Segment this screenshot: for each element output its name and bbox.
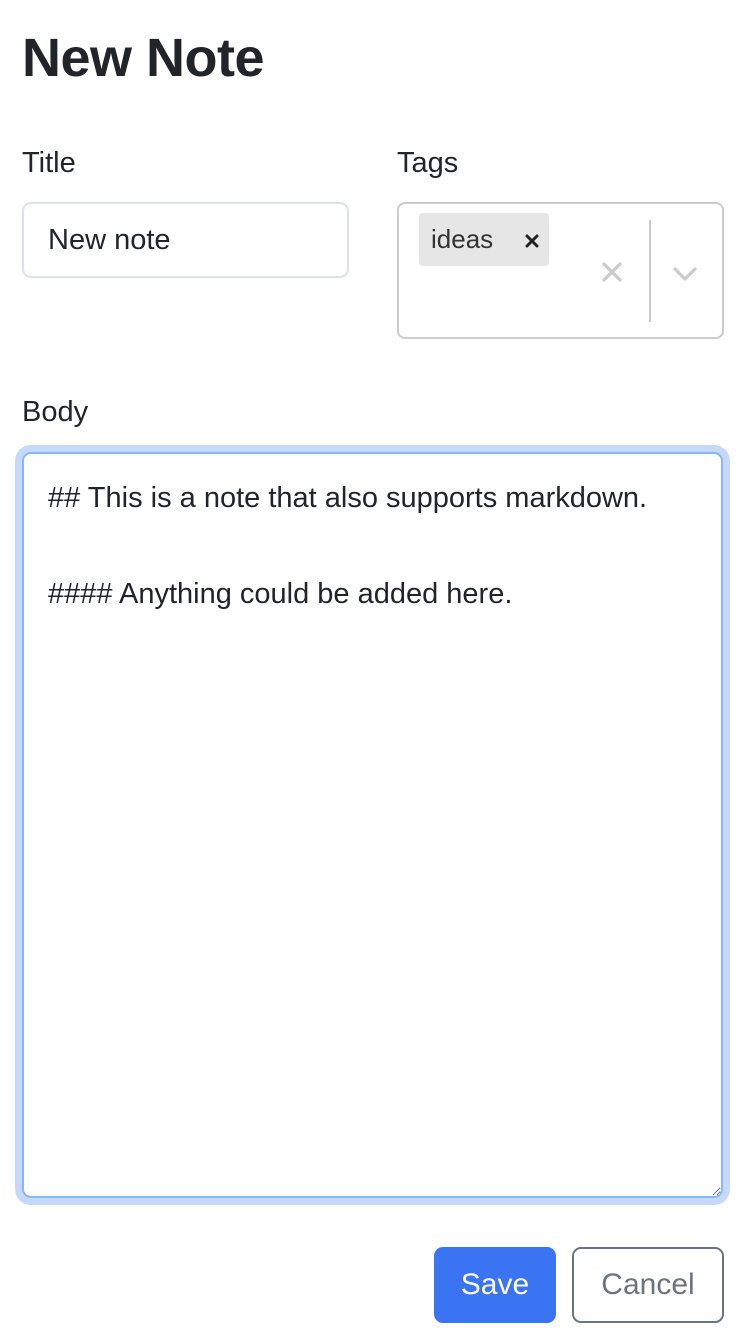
- tag-chip: ideas: [419, 213, 549, 266]
- page-title: New Note: [22, 28, 265, 88]
- close-icon: [602, 262, 622, 282]
- indicator-separator: [649, 220, 651, 322]
- save-button[interactable]: Save: [434, 1247, 556, 1323]
- body-textarea[interactable]: ## This is a note that also supports mar…: [22, 452, 723, 1198]
- chevron-down-icon: [673, 267, 697, 281]
- tags-dropdown-button[interactable]: [665, 254, 705, 294]
- body-label: Body: [22, 396, 89, 428]
- tag-chip-label: ideas: [431, 224, 494, 254]
- tags-select[interactable]: ideas: [397, 202, 724, 339]
- cancel-button[interactable]: Cancel: [572, 1247, 724, 1323]
- tags-label: Tags: [397, 147, 459, 179]
- tag-remove-button[interactable]: [516, 224, 549, 255]
- clear-tags-button[interactable]: [595, 252, 629, 292]
- close-icon: [525, 234, 539, 248]
- title-input[interactable]: [22, 202, 349, 278]
- title-label: Title: [22, 147, 76, 179]
